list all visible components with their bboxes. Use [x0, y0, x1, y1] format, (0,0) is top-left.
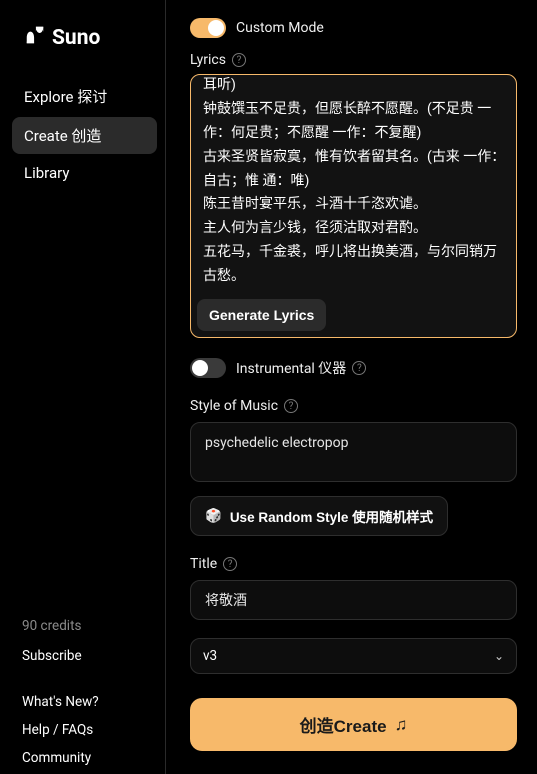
title-input[interactable]: 将敬酒 [190, 580, 517, 620]
logo-text: Suno [52, 26, 100, 50]
create-button[interactable]: 创造Create ♫ [190, 698, 517, 751]
nav-create-label: Create 创造 [24, 127, 101, 145]
community-link[interactable]: Community [22, 750, 165, 766]
custom-mode-toggle[interactable] [190, 18, 226, 38]
logo-icon [24, 24, 46, 52]
music-note-icon: ♫ [395, 715, 408, 735]
title-value: 将敬酒 [205, 590, 247, 610]
nav-library-label: Library [24, 164, 69, 182]
random-style-label: Use Random Style 使用随机样式 [230, 506, 433, 526]
help-link[interactable]: Help / FAQs [22, 722, 165, 738]
instrumental-help-icon[interactable]: ? [352, 361, 366, 375]
subscribe-link[interactable]: Subscribe [22, 648, 165, 664]
lyrics-textarea[interactable] [193, 77, 514, 293]
random-style-button[interactable]: 🎲 Use Random Style 使用随机样式 [190, 496, 448, 536]
generate-lyrics-button[interactable]: Generate Lyrics [197, 299, 326, 331]
version-value: v3 [203, 648, 217, 664]
instrumental-toggle[interactable] [190, 358, 226, 378]
credits-text: 90 credits [22, 618, 165, 634]
nav-library[interactable]: Library [0, 156, 165, 190]
chevron-down-icon: ⌄ [494, 649, 504, 663]
style-value: psychedelic electropop [205, 435, 348, 451]
style-label: Style of Music [190, 398, 278, 414]
nav-explore-label: Explore 探讨 [24, 88, 107, 106]
title-help-icon[interactable]: ? [223, 557, 237, 571]
whats-new-link[interactable]: What's New? [22, 694, 165, 710]
lyrics-label: Lyrics [190, 52, 226, 68]
logo[interactable]: Suno [24, 24, 165, 52]
title-label: Title [190, 556, 217, 572]
custom-mode-label: Custom Mode [236, 20, 324, 36]
version-select[interactable]: v3 ⌄ [190, 638, 517, 674]
lyrics-help-icon[interactable]: ? [232, 53, 246, 67]
style-input[interactable]: psychedelic electropop [190, 422, 517, 482]
instrumental-label: Instrumental 仪器 [236, 358, 346, 378]
nav-create[interactable]: Create 创造 [12, 117, 157, 154]
nav-explore[interactable]: Explore 探讨 [0, 78, 165, 115]
dice-icon: 🎲 [205, 508, 222, 524]
style-help-icon[interactable]: ? [284, 399, 298, 413]
lyrics-container: Generate Lyrics [190, 74, 517, 338]
create-button-label: 创造Create [300, 712, 387, 737]
